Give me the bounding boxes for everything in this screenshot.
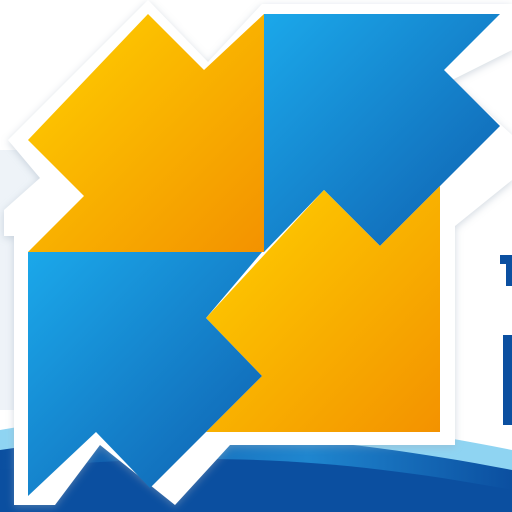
partial-glyph-bar: [503, 335, 512, 425]
logo-canvas: [0, 0, 512, 512]
four-arrows-quadrant-logo-icon: [0, 0, 512, 512]
partial-glyph-stem: [506, 264, 512, 286]
partial-glyph-top: [500, 255, 512, 264]
